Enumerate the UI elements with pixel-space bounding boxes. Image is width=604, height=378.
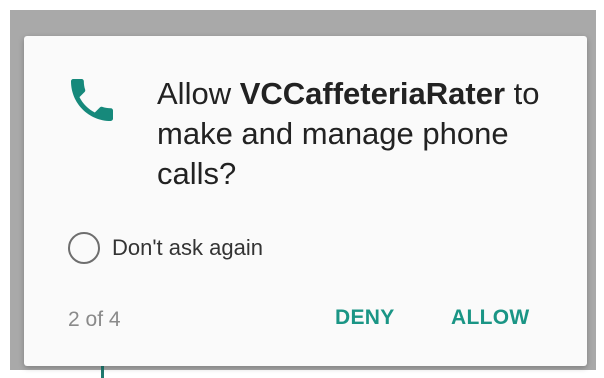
app-name: VCCaffeteriaRater [239, 76, 506, 111]
dont-ask-again-checkbox[interactable]: Don't ask again [68, 232, 263, 264]
title-prefix: Allow [157, 76, 240, 111]
phone-icon [71, 79, 113, 121]
dont-ask-again-label: Don't ask again [112, 235, 263, 260]
permission-dialog: Allow VCCaffeteriaRater to make and mana… [24, 36, 587, 366]
dialog-title: Allow VCCaffeteriaRater to make and mana… [157, 74, 577, 194]
allow-button[interactable]: ALLOW [451, 306, 529, 330]
dont-ask-again-radio[interactable] [68, 232, 100, 264]
permission-counter: 2 of 4 [68, 308, 121, 331]
deny-button[interactable]: DENY [335, 306, 395, 330]
